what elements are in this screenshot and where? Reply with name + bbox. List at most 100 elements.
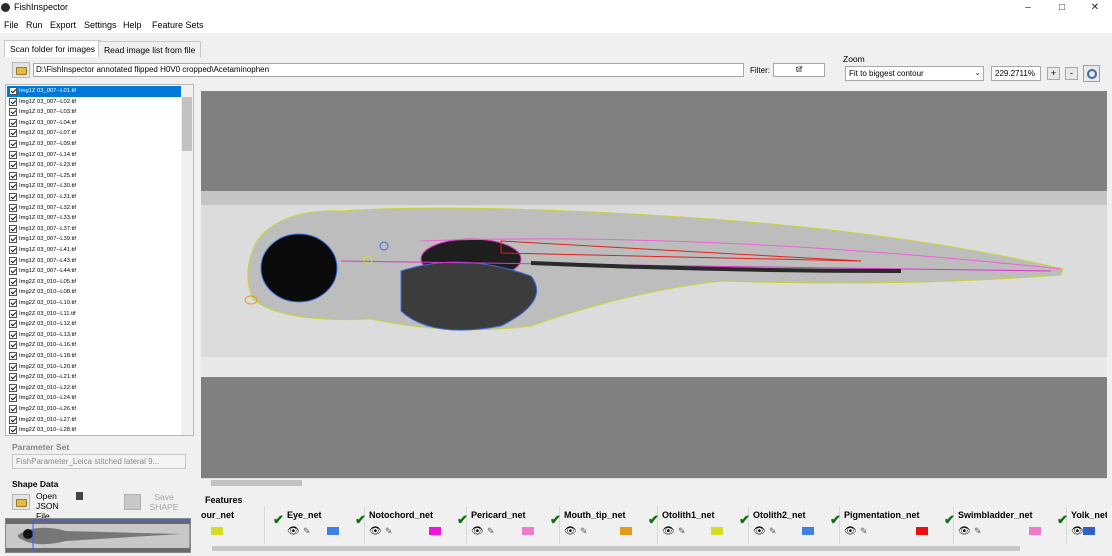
image-thumbnail[interactable] [5, 518, 191, 553]
menu-help[interactable]: Help [123, 20, 142, 30]
viewer-scroll-thumb[interactable] [211, 480, 302, 486]
file-list-item[interactable]: Img2Z 03_010--L21.tif [7, 372, 181, 383]
file-list-item[interactable]: Img1Z 03_007--L02.tif [7, 97, 181, 108]
file-list-item[interactable]: Img2Z 03_010--L13.tif [7, 330, 181, 341]
save-shape-button[interactable] [124, 494, 141, 510]
menu-feature-sets[interactable]: Feature Sets [152, 20, 204, 30]
file-list-item[interactable]: Img1Z 03_007--L43.tif [7, 256, 181, 267]
pencil-icon[interactable]: ✎ [385, 526, 393, 537]
menu-run[interactable]: Run [26, 20, 43, 30]
file-checkbox[interactable] [9, 235, 17, 244]
feature-color-swatch[interactable] [522, 527, 534, 535]
file-list-item[interactable]: Img2Z 03_010--L22.tif [7, 383, 181, 394]
file-list-item[interactable]: Img1Z 03_007--L31.tif [7, 192, 181, 203]
file-checkbox[interactable] [9, 277, 17, 286]
eye-icon[interactable]: 👁 [369, 526, 382, 537]
file-list-item[interactable]: Img2Z 03_010--L05.tif [7, 277, 181, 288]
zoom-out-button[interactable]: - [1065, 67, 1078, 80]
file-checkbox[interactable] [9, 87, 17, 95]
file-list-item[interactable]: Img2Z 03_010--L20.tif [7, 362, 181, 373]
menu-export[interactable]: Export [50, 20, 76, 30]
file-checkbox[interactable] [9, 150, 17, 159]
pencil-icon[interactable]: ✎ [580, 526, 588, 537]
eye-icon[interactable]: 👁 [1071, 526, 1084, 537]
pencil-icon[interactable]: ✎ [769, 526, 777, 537]
file-checkbox[interactable] [9, 246, 17, 254]
file-checkbox[interactable] [9, 330, 17, 339]
file-checkbox[interactable] [9, 193, 17, 201]
folder-path-input[interactable]: D:\FishInspector annotated flipped H0V0 … [33, 63, 744, 77]
eye-icon[interactable]: 👁 [471, 526, 484, 537]
file-checkbox[interactable] [9, 140, 17, 148]
pencil-icon[interactable]: ✎ [974, 526, 982, 537]
file-checkbox[interactable] [9, 405, 17, 413]
file-checkbox[interactable] [9, 203, 17, 212]
file-checkbox[interactable] [9, 108, 17, 117]
eye-icon[interactable]: 👁 [844, 526, 857, 537]
file-list-item[interactable]: Img1Z 03_007--L14.tif [7, 150, 181, 161]
feature-color-swatch[interactable] [1029, 527, 1041, 535]
file-list-item[interactable]: Img1Z 03_007--L33.tif [7, 213, 181, 224]
maximize-button[interactable]: □ [1047, 0, 1077, 16]
file-list-item[interactable]: Img2Z 03_010--L10.tif [7, 298, 181, 309]
file-checkbox[interactable] [9, 161, 17, 170]
file-checkbox[interactable] [9, 320, 17, 329]
file-list-item[interactable]: Img2Z 03_010--L26.tif [7, 404, 181, 415]
file-list-item[interactable]: Img1Z 03_007--L03.tif [7, 107, 181, 118]
zoom-in-button[interactable]: + [1047, 67, 1060, 80]
file-checkbox[interactable] [9, 383, 17, 392]
image-viewer[interactable] [201, 91, 1107, 478]
close-button[interactable]: ✕ [1080, 0, 1110, 16]
pencil-icon[interactable]: ✎ [860, 526, 868, 537]
file-list-item[interactable]: Img2Z 03_010--L28.tif [7, 425, 181, 435]
file-list-item[interactable]: Img1Z 03_007--L39.tif [7, 234, 181, 245]
checkmark-icon[interactable]: ✔ [648, 512, 659, 528]
checkmark-icon[interactable]: ✔ [457, 512, 468, 528]
checkmark-icon[interactable]: ✔ [944, 512, 955, 528]
eye-icon[interactable]: 👁 [662, 526, 675, 537]
parameter-set-select[interactable]: FishParameter_Leica stitched lateral 9..… [12, 454, 186, 469]
file-list-item[interactable]: Img1Z 03_007--L41.tif [7, 245, 181, 256]
file-list-item[interactable]: Img1Z 03_007--L09.tif [7, 139, 181, 150]
viewer-horizontal-scrollbar[interactable] [201, 478, 1107, 487]
file-list-item[interactable]: Img1Z 03_007--L37.tif [7, 224, 181, 235]
file-checkbox[interactable] [9, 426, 17, 435]
file-list-item[interactable]: Img2Z 03_010--L24.tif [7, 393, 181, 404]
checkmark-icon[interactable]: ✔ [1057, 512, 1068, 528]
feature-color-swatch[interactable] [802, 527, 814, 535]
tab-scan-folder[interactable]: Scan folder for images [4, 40, 102, 57]
open-json-button[interactable] [12, 494, 30, 510]
file-list[interactable]: Img1Z 03_007--L01.tif Img1Z 03_007--L02.t… [5, 84, 194, 436]
file-list-item[interactable]: Img2Z 03_010--L18.tif [7, 351, 181, 362]
checkmark-icon[interactable]: ✔ [550, 512, 561, 528]
file-list-scroll-thumb[interactable] [182, 97, 192, 151]
file-checkbox[interactable] [9, 299, 17, 307]
tab-read-image-list[interactable]: Read image list from file [98, 41, 202, 57]
minimize-button[interactable]: – [1013, 0, 1043, 16]
file-list-item[interactable]: Img2Z 03_010--L12.tif [7, 319, 181, 330]
feature-color-swatch[interactable] [429, 527, 441, 535]
feature-color-swatch[interactable] [211, 527, 223, 535]
file-list-item[interactable]: Img2Z 03_010--L11.tif [7, 309, 181, 320]
file-checkbox[interactable] [9, 362, 17, 371]
file-list-item[interactable]: Img2Z 03_010--L16.tif [7, 340, 181, 351]
file-checkbox[interactable] [9, 224, 17, 233]
file-checkbox[interactable] [9, 288, 17, 297]
browse-folder-button[interactable] [12, 62, 30, 78]
file-list-item[interactable]: Img1Z 03_007--L25.tif [7, 171, 181, 182]
zoom-value-input[interactable]: 229.2711% [991, 66, 1041, 81]
eye-icon[interactable]: 👁 [564, 526, 577, 537]
eye-icon[interactable]: 👁 [958, 526, 971, 537]
pencil-icon[interactable]: ✎ [678, 526, 686, 537]
menu-file[interactable]: File [4, 20, 19, 30]
file-list-item[interactable]: Img1Z 03_007--L32.tif [7, 203, 181, 214]
file-checkbox[interactable] [9, 415, 17, 424]
file-checkbox[interactable] [9, 182, 17, 191]
eye-icon[interactable]: 👁 [287, 526, 300, 537]
reset-zoom-button[interactable] [1083, 65, 1100, 82]
file-list-item[interactable]: Img1Z 03_007--L30.tif [7, 181, 181, 192]
filter-input[interactable]: tif [773, 63, 825, 77]
file-list-item[interactable]: Img1Z 03_007--L01.tif [7, 86, 181, 97]
file-checkbox[interactable] [9, 394, 17, 403]
checkmark-icon[interactable]: ✔ [355, 512, 366, 528]
